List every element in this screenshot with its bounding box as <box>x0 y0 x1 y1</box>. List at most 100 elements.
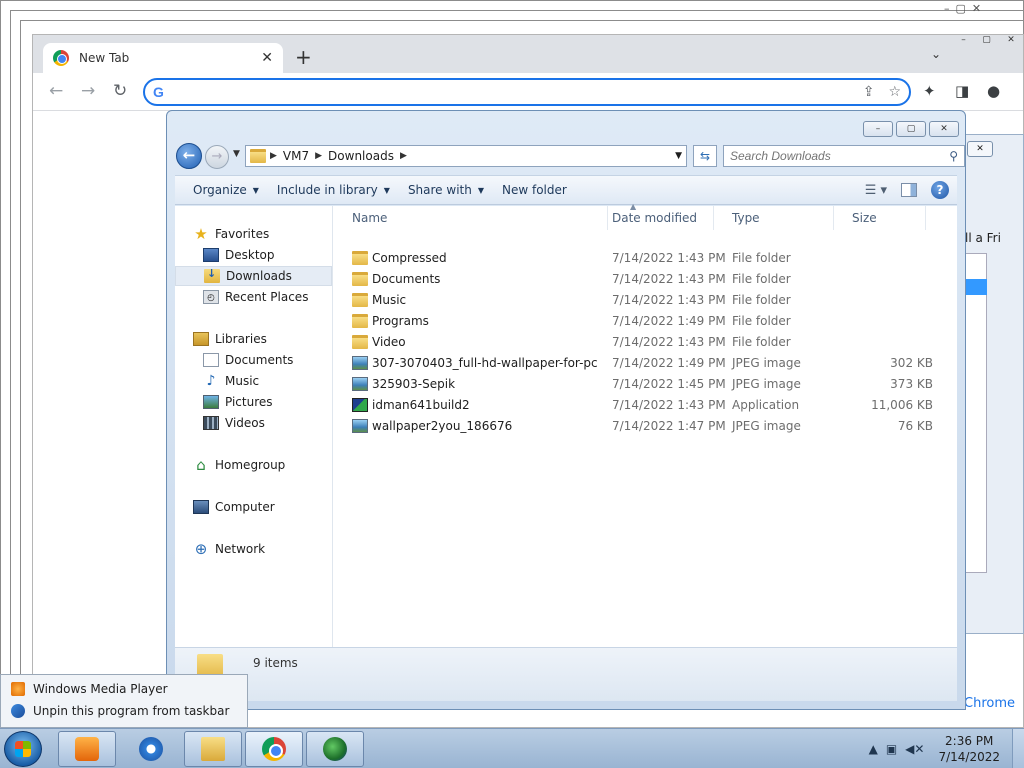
nav-downloads[interactable]: Downloads <box>175 266 332 286</box>
file-date: 7/14/2022 1:49 PM <box>612 313 726 328</box>
jumplist-item-windows-media-player[interactable]: Windows Media Player <box>11 679 168 699</box>
clock[interactable]: 2:36 PM 7/14/2022 <box>938 733 1000 765</box>
nav-libraries[interactable]: Libraries <box>193 329 267 349</box>
nav-documents[interactable]: Documents <box>203 350 293 370</box>
documents-icon <box>203 353 219 367</box>
jpeg-image-icon <box>352 418 368 433</box>
file-row[interactable]: idman641build2 7/14/2022 1:43 PM Applica… <box>334 394 957 415</box>
tab-new-tab[interactable]: New Tab ✕ <box>43 43 283 73</box>
bookmark-star-icon[interactable]: ☆ <box>888 84 901 100</box>
file-row[interactable]: 307-3070403_full-hd-wallpaper-for-pc 7/1… <box>334 352 957 373</box>
forward-button-icon[interactable]: → <box>205 145 229 169</box>
file-row[interactable]: Documents 7/14/2022 1:43 PM File folder <box>334 268 957 289</box>
file-row[interactable]: Music 7/14/2022 1:43 PM File folder <box>334 289 957 310</box>
nav-favorites[interactable]: ★ Favorites <box>193 224 269 244</box>
breadcrumb-separator-icon[interactable]: ▶ <box>315 151 322 161</box>
help-icon[interactable]: ? <box>931 181 949 199</box>
network-tray-icon[interactable]: ▣ <box>886 742 897 756</box>
chevron-down-icon: ▼ <box>383 185 390 195</box>
taskbar-internet-download-manager[interactable] <box>306 731 364 767</box>
folder-icon <box>352 271 368 286</box>
taskbar-windows-explorer[interactable] <box>184 731 242 767</box>
file-row[interactable]: Video 7/14/2022 1:43 PM File folder <box>334 331 957 352</box>
reload-icon[interactable]: ↻ <box>113 81 127 101</box>
column-header-name[interactable]: Name <box>334 206 608 230</box>
column-header-type[interactable]: Type <box>714 206 834 230</box>
file-type: JPEG image <box>732 418 801 433</box>
include-in-library-button[interactable]: Include in library ▼ <box>277 183 390 197</box>
back-button-icon[interactable]: ← <box>176 143 202 169</box>
breadcrumb-separator-icon: ▶ <box>270 151 277 161</box>
file-row[interactable]: Programs 7/14/2022 1:49 PM File folder <box>334 310 957 331</box>
file-row[interactable]: Compressed 7/14/2022 1:43 PM File folder <box>334 247 957 268</box>
taskbar-google-chrome[interactable] <box>245 731 303 767</box>
nav-computer[interactable]: Computer <box>193 497 275 517</box>
address-input[interactable] <box>171 85 849 99</box>
item-count: 9 items <box>253 656 298 670</box>
nav-libraries-label: Libraries <box>215 332 267 346</box>
nav-homegroup[interactable]: ⌂ Homegroup <box>193 455 285 475</box>
volume-muted-icon[interactable]: ◀✕ <box>905 742 924 756</box>
new-folder-button[interactable]: New folder <box>502 183 567 197</box>
close-button[interactable]: ✕ <box>1007 35 1015 49</box>
explorer-minimize-button[interactable]: – <box>863 121 893 137</box>
nav-favorites-label: Favorites <box>215 227 270 241</box>
background-window-controls[interactable]: – ▢ ✕ <box>944 2 981 15</box>
nav-desktop[interactable]: Desktop <box>203 245 275 265</box>
show-hidden-icons-icon[interactable]: ▲ <box>869 742 878 756</box>
show-desktop-button[interactable] <box>1012 729 1024 768</box>
nav-recent-places[interactable]: ◴ Recent Places <box>203 287 308 307</box>
back-arrow-icon[interactable]: ← <box>49 81 63 101</box>
explorer-close-button[interactable]: ✕ <box>929 121 959 137</box>
preview-pane-icon[interactable] <box>901 183 917 197</box>
nav-recent-places-label: Recent Places <box>225 290 309 304</box>
omnibox[interactable]: G ⇪ ☆ <box>143 78 911 106</box>
minimize-button[interactable]: – <box>961 35 966 49</box>
file-row[interactable]: 325903-Sepik 7/14/2022 1:45 PM JPEG imag… <box>334 373 957 394</box>
organize-button[interactable]: Organize ▼ <box>193 183 259 197</box>
breadcrumb-separator-icon[interactable]: ▶ <box>400 151 407 161</box>
breadcrumb-vm7[interactable]: VM7 <box>283 149 309 163</box>
history-dropdown-icon[interactable]: ▼ <box>233 149 240 159</box>
nav-videos[interactable]: Videos <box>203 413 265 433</box>
address-bar[interactable]: ▶ VM7 ▶ Downloads ▶ ▼ <box>245 145 687 167</box>
address-dropdown-icon[interactable]: ▼ <box>675 151 682 161</box>
file-date: 7/14/2022 1:43 PM <box>612 292 726 307</box>
taskbar-windows-media-player[interactable] <box>58 731 116 767</box>
file-date: 7/14/2022 1:43 PM <box>612 397 726 412</box>
nav-network[interactable]: ⊕ Network <box>193 539 265 559</box>
profile-avatar-icon[interactable]: ● <box>987 82 1000 100</box>
breadcrumb-downloads[interactable]: Downloads <box>328 149 394 163</box>
explorer-maximize-button[interactable]: ▢ <box>896 121 926 137</box>
nav-music[interactable]: ♪ Music <box>203 371 260 391</box>
new-tab-button[interactable]: + <box>295 45 312 69</box>
column-header-date-modified[interactable]: Date modified <box>594 206 714 230</box>
start-button[interactable] <box>4 731 42 767</box>
change-view-icon[interactable]: ☰ ▾ <box>865 183 887 198</box>
share-with-button[interactable]: Share with ▼ <box>408 183 484 197</box>
maximize-button[interactable]: ▢ <box>982 35 991 49</box>
extensions-puzzle-icon[interactable]: ✦ <box>923 82 936 100</box>
command-bar-right: ☰ ▾ ? <box>865 181 949 199</box>
refresh-icon[interactable]: ⇆ <box>693 145 717 167</box>
search-input[interactable] <box>730 149 950 163</box>
nav-homegroup-label: Homegroup <box>215 458 286 472</box>
tab-close-icon[interactable]: ✕ <box>261 50 273 66</box>
nav-pictures[interactable]: Pictures <box>203 392 273 412</box>
share-icon[interactable]: ⇪ <box>863 84 875 100</box>
partial-window-close-button[interactable]: ✕ <box>967 141 993 157</box>
jumplist-item-unpin[interactable]: Unpin this program from taskbar <box>11 701 229 721</box>
libraries-icon <box>193 332 209 346</box>
tab-search-dropdown-icon[interactable]: ⌄ <box>931 47 941 61</box>
clock-time: 2:36 PM <box>945 734 994 748</box>
search-icon[interactable]: ⚲ <box>949 149 958 163</box>
jumplist-item-label: Windows Media Player <box>33 682 168 696</box>
search-box[interactable]: ⚲ <box>723 145 965 167</box>
nav-computer-label: Computer <box>215 500 275 514</box>
forward-arrow-icon[interactable]: → <box>81 81 95 101</box>
taskbar-internet-explorer[interactable] <box>122 731 180 767</box>
file-row[interactable]: wallpaper2you_186676 7/14/2022 1:47 PM J… <box>334 415 957 436</box>
column-header-size[interactable]: Size <box>834 206 926 230</box>
google-g-icon: G <box>153 84 164 100</box>
side-panel-icon[interactable]: ◨ <box>955 82 969 100</box>
